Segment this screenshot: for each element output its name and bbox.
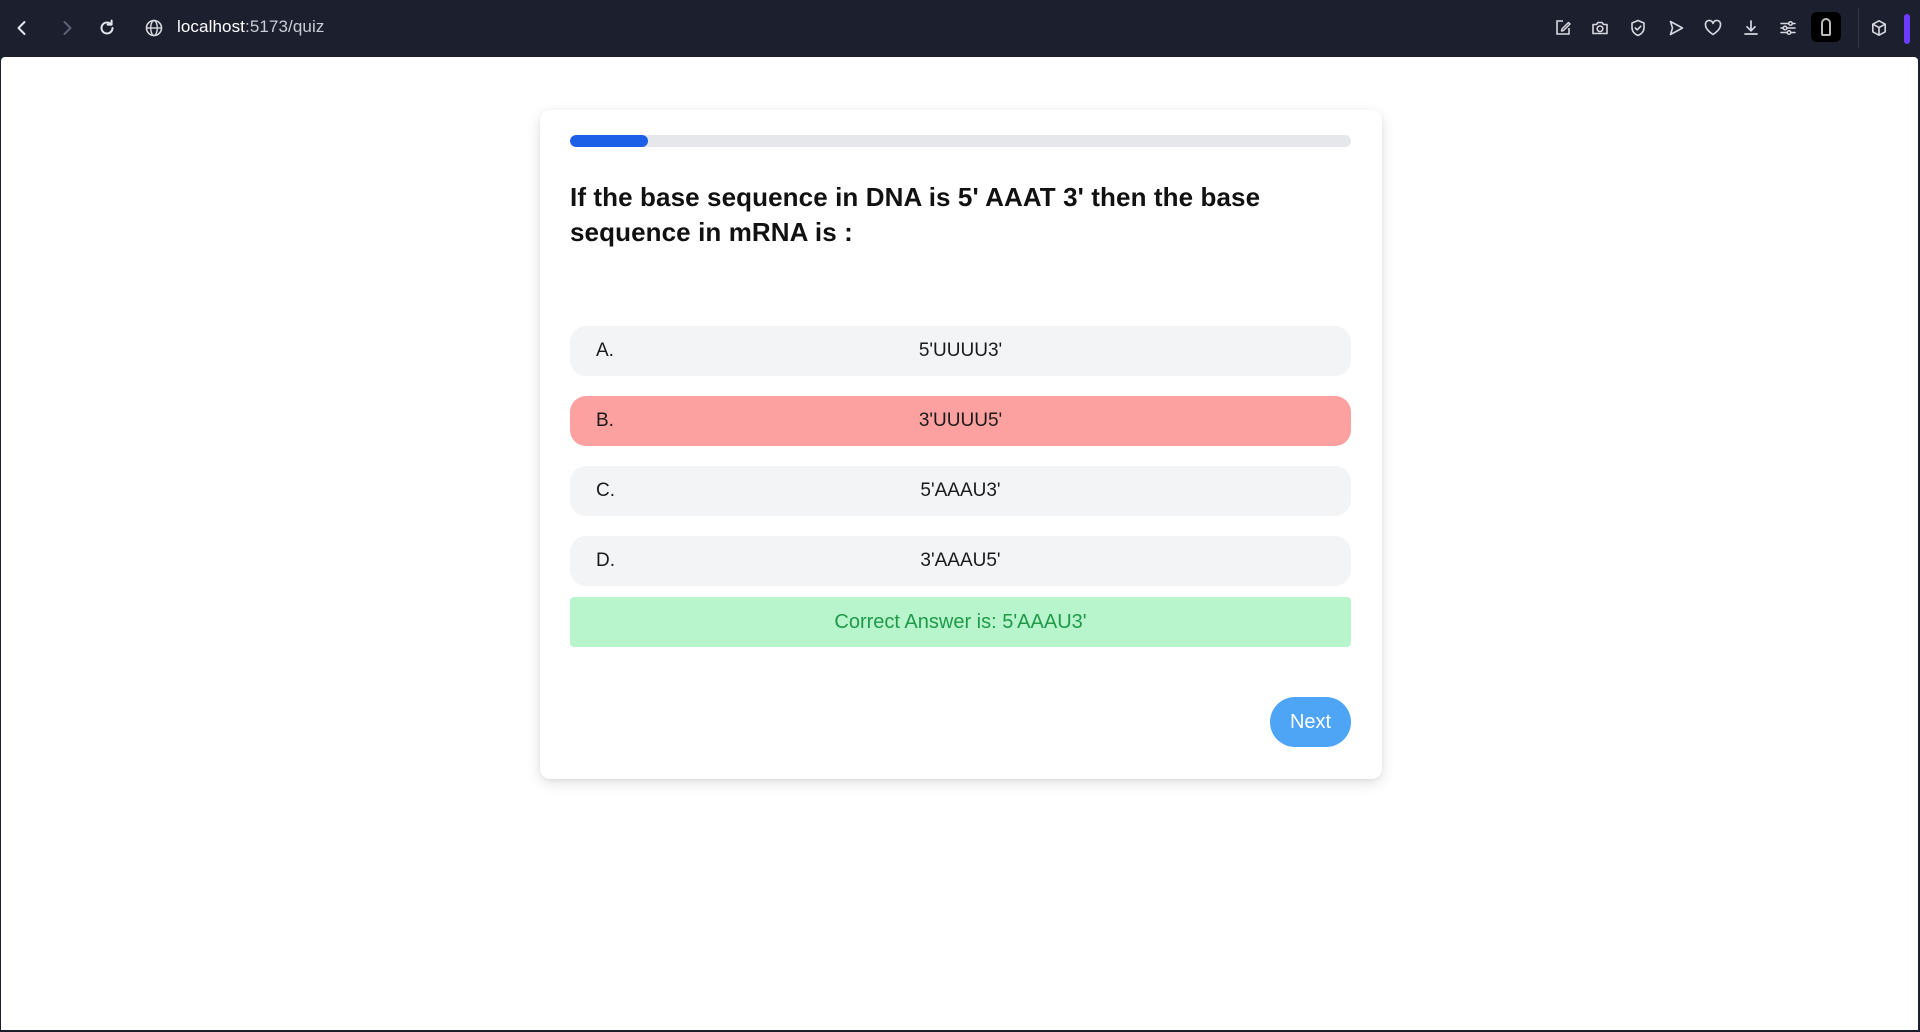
address-bar[interactable]: localhost:5173/quiz <box>177 17 324 37</box>
browser-toolbar: localhost:5173/quiz <box>0 0 1920 56</box>
favorites-button[interactable] <box>1700 15 1726 41</box>
progress-fill <box>570 135 649 147</box>
option-text: 3'AAAU5' <box>920 550 1001 571</box>
option-d[interactable]: D. 3'AAAU5' <box>570 536 1351 586</box>
back-icon <box>17 21 26 35</box>
next-button[interactable]: Next <box>1270 697 1351 747</box>
sidebar-accent <box>1904 14 1910 44</box>
settings-button[interactable] <box>1775 15 1801 41</box>
camera-icon <box>1592 21 1608 35</box>
url-path: :5173/quiz <box>245 17 325 36</box>
option-text: 5'AAAU3' <box>920 480 1001 501</box>
edit-button[interactable] <box>1550 15 1576 41</box>
progress-bar <box>570 135 1351 147</box>
send-button[interactable] <box>1663 15 1689 41</box>
heart-icon <box>1704 19 1722 36</box>
downloads-button[interactable] <box>1738 15 1764 41</box>
reload-icon <box>100 19 114 35</box>
correct-answer-banner: Correct Answer is: 5'AAAU3' <box>570 597 1351 647</box>
shield-button[interactable] <box>1625 15 1651 41</box>
option-c[interactable]: C. 5'AAAU3' <box>570 466 1351 516</box>
url-host: localhost <box>177 17 245 36</box>
extension-avatar-icon[interactable] <box>1811 12 1841 42</box>
option-a[interactable]: A. 5'UUUU3' <box>570 326 1351 376</box>
option-b[interactable]: B. 3'UUUU5' <box>570 396 1351 446</box>
option-text: 5'UUUU3' <box>918 340 1003 361</box>
download-icon <box>1744 20 1758 35</box>
question-text: If the base sequence in DNA is 5' AAAT 3… <box>570 182 1261 247</box>
forward-icon <box>63 21 72 35</box>
page-viewport: If the base sequence in DNA is 5' AAAT 3… <box>1 57 1918 1030</box>
edit-icon <box>1556 20 1571 35</box>
sliders-icon <box>1780 20 1796 36</box>
shield-icon <box>1631 19 1645 37</box>
globe-icon <box>145 19 163 37</box>
toolbar-divider <box>1858 8 1859 48</box>
cube-icon <box>1872 20 1886 36</box>
quiz-card: If the base sequence in DNA is 5' AAAT 3… <box>540 110 1382 779</box>
screenshot-button[interactable] <box>1587 15 1613 41</box>
extensions-button[interactable] <box>1866 15 1892 41</box>
reload-button[interactable] <box>92 13 122 43</box>
send-icon <box>1669 20 1684 36</box>
option-text: 3'UUUU5' <box>918 410 1003 431</box>
forward-button[interactable] <box>52 13 82 43</box>
back-button[interactable] <box>7 13 37 43</box>
